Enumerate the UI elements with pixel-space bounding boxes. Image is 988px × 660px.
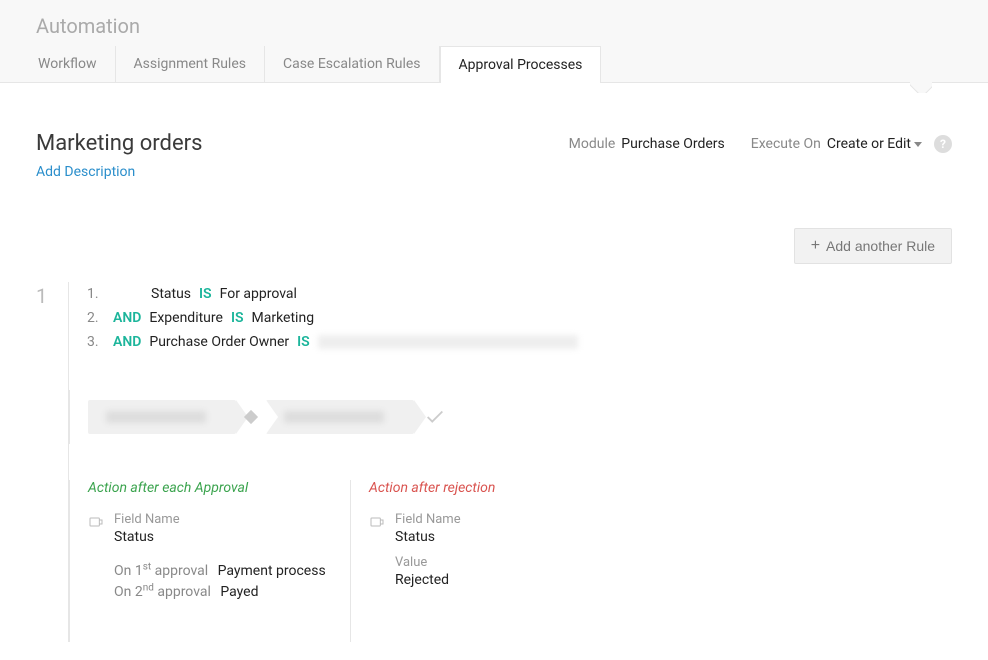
module-value: Purchase Orders [621,136,724,152]
add-another-rule-button[interactable]: + Add another Rule [794,228,952,264]
meta-bar: Module Purchase Orders Execute On Create… [569,135,952,153]
help-icon[interactable]: ? [934,135,952,153]
approval-action-column: Action after each Approval Field Name St… [70,480,350,642]
actions-row: Action after each Approval Field Name St… [69,480,952,642]
plus-icon: + [811,238,820,254]
field-icon [88,514,104,530]
approval-step: On 1st approval Payment process [114,559,332,581]
page-title: Automation [0,0,988,46]
tab-workflow[interactable]: Workflow [20,46,116,82]
approval-title: Action after each Approval [88,480,332,496]
flow-step[interactable] [88,400,236,434]
redacted-value [318,335,578,349]
rejection-action-column: Action after rejection Field Name Status… [350,480,630,642]
rule-title: Marketing orders [36,131,202,156]
tab-case-escalation[interactable]: Case Escalation Rules [265,46,440,82]
header-pointer-notch [910,82,932,93]
condition-row: 3. AND Purchase Order Owner IS [87,330,952,354]
rejection-title: Action after rejection [369,480,612,496]
header: Automation Workflow Assignment Rules Cas… [0,0,988,83]
module-label: Module [569,136,616,152]
tab-approval-processes[interactable]: Approval Processes [440,46,602,83]
condition-row: 2. AND Expenditure IS Marketing [87,306,952,330]
add-rule-label: Add another Rule [826,238,935,254]
content: Marketing orders Add Description Module … [0,83,988,642]
approval-step: On 2nd approval Payed [114,581,332,603]
approval-flow [69,390,952,444]
flow-step[interactable] [266,400,414,434]
condition-row: 1. Status IS For approval [87,282,952,306]
add-description-link[interactable]: Add Description [36,164,202,180]
check-icon [424,406,446,428]
conditions-list: 1. Status IS For approval 2. AND Expendi… [87,282,952,354]
field-icon [369,514,385,530]
execute-value[interactable]: Create or Edit [827,136,922,152]
chevron-down-icon [914,142,922,147]
tab-assignment-rules[interactable]: Assignment Rules [116,46,265,82]
execute-label: Execute On [751,136,821,152]
tab-bar: Workflow Assignment Rules Case Escalatio… [0,46,988,82]
rule-index: 1 [36,282,68,642]
